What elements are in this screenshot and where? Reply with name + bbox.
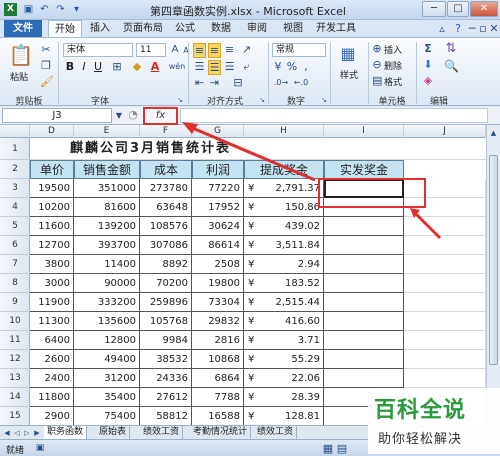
watermark: 百科全说 助你轻松解决 [368,388,500,454]
arrow-to-fx [189,125,316,182]
watermark-sub: 助你轻松解决 [378,432,463,447]
arrow-to-j3 [412,210,442,240]
watermark-main: 百科全说 [374,398,467,423]
